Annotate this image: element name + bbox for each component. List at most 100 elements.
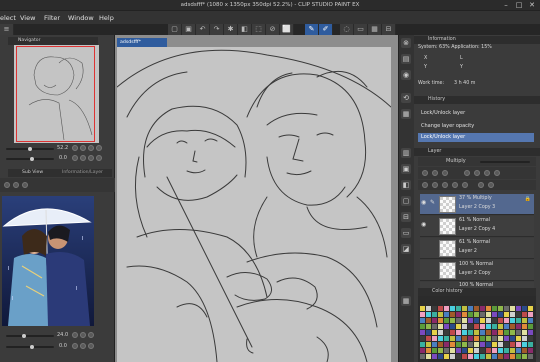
color-swatch[interactable]: [426, 330, 431, 335]
trash-icon[interactable]: [488, 182, 494, 188]
eye-icon[interactable]: ◉: [421, 222, 427, 228]
redo-icon[interactable]: ↷: [210, 24, 224, 35]
opacity-track[interactable]: [480, 161, 530, 163]
color-swatch[interactable]: [504, 336, 509, 341]
color-swatch[interactable]: [510, 306, 515, 311]
color-swatch[interactable]: [426, 354, 431, 359]
sub-reset-icon[interactable]: [88, 343, 94, 349]
menu-filter[interactable]: Filter: [44, 14, 60, 22]
color-swatch[interactable]: [420, 354, 425, 359]
color-swatch[interactable]: [504, 342, 509, 347]
mask-toggle-icon[interactable]: [484, 170, 490, 176]
sub-fit-icon[interactable]: [88, 332, 94, 338]
clear-icon[interactable]: ✱: [224, 24, 238, 35]
eyedropper-icon[interactable]: [22, 182, 28, 188]
color-swatch[interactable]: [486, 318, 491, 323]
color-swatch[interactable]: [492, 354, 497, 359]
color-swatch[interactable]: [420, 342, 425, 347]
color-swatch[interactable]: [504, 312, 509, 317]
color-swatch[interactable]: [456, 354, 461, 359]
color-swatch[interactable]: [456, 306, 461, 311]
color-swatch[interactable]: [528, 348, 533, 353]
pen-icon[interactable]: ✎: [305, 24, 319, 35]
color-swatch[interactable]: [480, 306, 485, 311]
close-icon[interactable]: ✕: [526, 1, 538, 10]
color-swatch[interactable]: [486, 348, 491, 353]
color-swatch[interactable]: [474, 312, 479, 317]
grid-icon[interactable]: ▦: [368, 24, 382, 35]
color-swatch[interactable]: [480, 354, 485, 359]
color-swatch[interactable]: [510, 330, 515, 335]
color-swatch[interactable]: [510, 348, 515, 353]
eye-icon[interactable]: ◉: [421, 200, 427, 206]
color-swatch[interactable]: [420, 306, 425, 311]
merge-down-icon[interactable]: [462, 182, 468, 188]
sub-zoom-track[interactable]: [6, 335, 54, 337]
color-swatch[interactable]: [480, 336, 485, 341]
color-swatch[interactable]: [486, 330, 491, 335]
reference-icon[interactable]: [432, 170, 438, 176]
color-swatch[interactable]: [426, 312, 431, 317]
rotate-left-icon[interactable]: [72, 155, 78, 161]
color-swatch[interactable]: [432, 318, 437, 323]
color-swatch[interactable]: [480, 348, 485, 353]
history-panel-icon[interactable]: ⟲: [401, 93, 411, 103]
color-swatch[interactable]: [522, 354, 527, 359]
color-swatch[interactable]: [438, 312, 443, 317]
layer-tab-label[interactable]: Layer: [428, 149, 441, 154]
color-swatch[interactable]: [468, 330, 473, 335]
transform-icon[interactable]: ⬚: [252, 24, 266, 35]
color-swatch[interactable]: [480, 324, 485, 329]
history-item[interactable]: Lock/Unlock layer: [418, 109, 534, 118]
color-swatch[interactable]: [498, 324, 503, 329]
color-swatch[interactable]: [420, 324, 425, 329]
layer-row[interactable]: ◉ ✎ 37 % Multiply Layer 2 Copy 3 🔒: [420, 194, 534, 215]
add-layer-icon[interactable]: [422, 182, 428, 188]
sub-zoom-knob[interactable]: [22, 334, 26, 338]
search-layer-icon[interactable]: ◉: [401, 70, 411, 80]
color-swatch[interactable]: [420, 312, 425, 317]
color-swatch[interactable]: [420, 336, 425, 341]
color-swatch[interactable]: [462, 306, 467, 311]
color-swatch[interactable]: [486, 306, 491, 311]
color-swatch[interactable]: [504, 318, 509, 323]
color-history-tab-label[interactable]: Color history: [432, 289, 463, 294]
clip-icon[interactable]: [422, 170, 428, 176]
color-swatch[interactable]: [426, 318, 431, 323]
layer-row[interactable]: 100 % Normal Layer 2 Copy: [420, 260, 534, 281]
sub-rotate-right-icon[interactable]: [80, 343, 86, 349]
color-swatch[interactable]: [504, 354, 509, 359]
ruler-icon[interactable]: ⊟: [382, 24, 396, 35]
color-swatch[interactable]: [474, 354, 479, 359]
color-swatch[interactable]: [438, 324, 443, 329]
layer-mask-icon[interactable]: [478, 182, 484, 188]
color-swatch[interactable]: [498, 336, 503, 341]
sub-angle-knob[interactable]: [30, 345, 34, 349]
color-swatch[interactable]: [438, 354, 443, 359]
color-swatch[interactable]: [468, 348, 473, 353]
clear-view-icon[interactable]: [13, 182, 19, 188]
color-swatch[interactable]: [432, 330, 437, 335]
color-swatch[interactable]: [480, 342, 485, 347]
menu-select[interactable]: elect: [0, 14, 16, 22]
tab-navigator[interactable]: Navigator: [8, 37, 98, 45]
color-swatch[interactable]: [528, 336, 533, 341]
ruler-toggle-icon[interactable]: [494, 170, 500, 176]
color-history-icon[interactable]: ▦: [401, 296, 411, 306]
color-swatch[interactable]: [492, 330, 497, 335]
color-swatch[interactable]: [444, 342, 449, 347]
color-swatch[interactable]: [444, 318, 449, 323]
color-swatch[interactable]: [426, 348, 431, 353]
angle-knob[interactable]: [30, 157, 34, 161]
fill-icon[interactable]: ◧: [238, 24, 252, 35]
color-swatch[interactable]: [432, 312, 437, 317]
folder-icon[interactable]: ▢: [401, 196, 411, 206]
color-swatch[interactable]: [516, 342, 521, 347]
color-swatch[interactable]: [492, 336, 497, 341]
zoom-out-icon[interactable]: [72, 145, 78, 151]
color-swatch[interactable]: [528, 318, 533, 323]
color-swatch[interactable]: [510, 318, 515, 323]
minimize-icon[interactable]: –: [500, 1, 512, 10]
color-swatch[interactable]: [438, 342, 443, 347]
color-swatch[interactable]: [438, 336, 443, 341]
